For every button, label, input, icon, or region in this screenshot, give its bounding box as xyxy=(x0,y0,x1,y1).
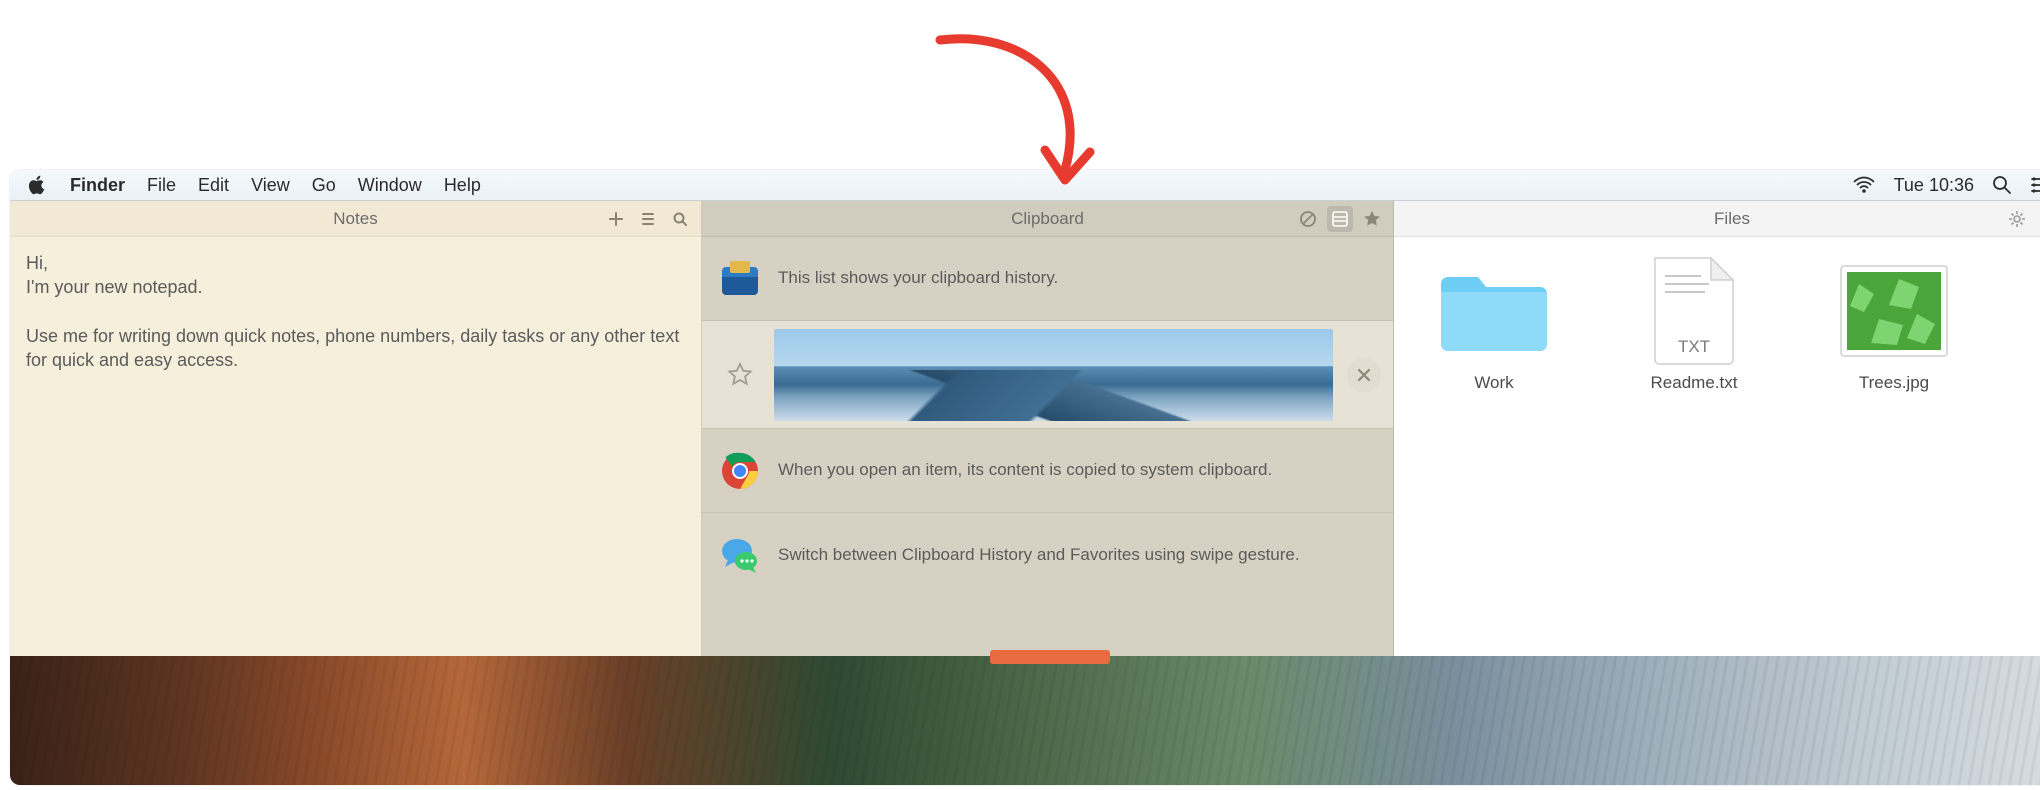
svg-text:TXT: TXT xyxy=(1678,337,1710,356)
clipboard-title: Clipboard xyxy=(702,209,1393,229)
notes-search-button[interactable] xyxy=(667,206,693,232)
folder-icon xyxy=(1435,261,1553,361)
files-title: Files xyxy=(1394,209,2040,229)
clipboard-item[interactable]: When you open an item, its content is co… xyxy=(702,429,1393,513)
notes-list-button[interactable] xyxy=(635,206,661,232)
chrome-app-icon xyxy=(720,451,760,491)
notes-header: Notes xyxy=(10,201,701,237)
files-search-button[interactable] xyxy=(2036,206,2040,232)
menu-edit[interactable]: Edit xyxy=(198,175,229,196)
clipboard-header: Clipboard xyxy=(702,201,1393,237)
notes-title: Notes xyxy=(10,209,701,229)
files-settings-button[interactable] xyxy=(2004,206,2030,232)
apple-menu-icon[interactable] xyxy=(28,175,46,195)
clipboard-item-text: When you open an item, its content is co… xyxy=(778,459,1375,482)
clipboard-favorites-toggle[interactable] xyxy=(1359,206,1385,232)
clipboard-panel: Clipboard This list shows xyxy=(702,201,1394,656)
files-panel: Files Work xyxy=(1394,201,2040,656)
favorite-star-icon[interactable] xyxy=(720,362,760,388)
file-label: Work xyxy=(1474,373,1513,393)
files-header: Files xyxy=(1394,201,2040,237)
menu-go[interactable]: Go xyxy=(312,175,336,196)
file-item-image[interactable]: Trees.jpg xyxy=(1824,261,1964,393)
menubar: Finder File Edit View Go Window Help Tue… xyxy=(10,170,2040,201)
menu-file[interactable]: File xyxy=(147,175,176,196)
file-label: Readme.txt xyxy=(1651,373,1738,393)
active-app-name[interactable]: Finder xyxy=(70,175,125,196)
desktop-wallpaper xyxy=(10,656,2040,785)
pocket-app-icon xyxy=(720,259,760,299)
image-file-icon xyxy=(1835,261,1953,361)
notes-paragraph: Use me for writing down quick notes, pho… xyxy=(26,324,685,373)
macos-screenshot: Finder File Edit View Go Window Help Tue… xyxy=(10,170,2040,785)
spotlight-search-icon[interactable] xyxy=(1992,175,2012,195)
file-label: Trees.jpg xyxy=(1859,373,1929,393)
menubar-clock[interactable]: Tue 10:36 xyxy=(1894,175,1974,196)
clipboard-item-text: Switch between Clipboard History and Fav… xyxy=(778,544,1375,567)
notes-panel: Notes Hi, I'm your new notepad. xyxy=(10,201,702,656)
clipboard-clear-button[interactable] xyxy=(1295,206,1321,232)
wifi-icon[interactable] xyxy=(1852,176,1876,194)
menu-help[interactable]: Help xyxy=(444,175,481,196)
clipboard-image-thumbnail xyxy=(774,329,1333,421)
clipboard-delete-button[interactable] xyxy=(1347,358,1381,392)
clipboard-history-toggle[interactable] xyxy=(1327,206,1353,232)
clipboard-image-item[interactable] xyxy=(702,321,1393,429)
dock-app-peek xyxy=(990,650,1110,664)
clipboard-item[interactable]: Switch between Clipboard History and Fav… xyxy=(702,513,1393,597)
file-item-folder[interactable]: Work xyxy=(1424,261,1564,393)
notes-body[interactable]: Hi, I'm your new notepad. Use me for wri… xyxy=(10,237,701,410)
clipboard-item[interactable]: This list shows your clipboard history. xyxy=(702,237,1393,321)
files-body: Work TXT Readme.txt Trees.jpg xyxy=(1394,237,2040,417)
menu-window[interactable]: Window xyxy=(358,175,422,196)
notes-line: Hi, xyxy=(26,253,48,273)
file-item-txt[interactable]: TXT Readme.txt xyxy=(1624,261,1764,393)
notification-center-icon[interactable] xyxy=(2030,176,2040,194)
notes-add-button[interactable] xyxy=(603,206,629,232)
clipboard-item-text: This list shows your clipboard history. xyxy=(778,267,1375,290)
messages-app-icon xyxy=(720,535,760,575)
menu-view[interactable]: View xyxy=(251,175,290,196)
text-file-icon: TXT xyxy=(1635,261,1753,361)
notes-line: I'm your new notepad. xyxy=(26,277,203,297)
